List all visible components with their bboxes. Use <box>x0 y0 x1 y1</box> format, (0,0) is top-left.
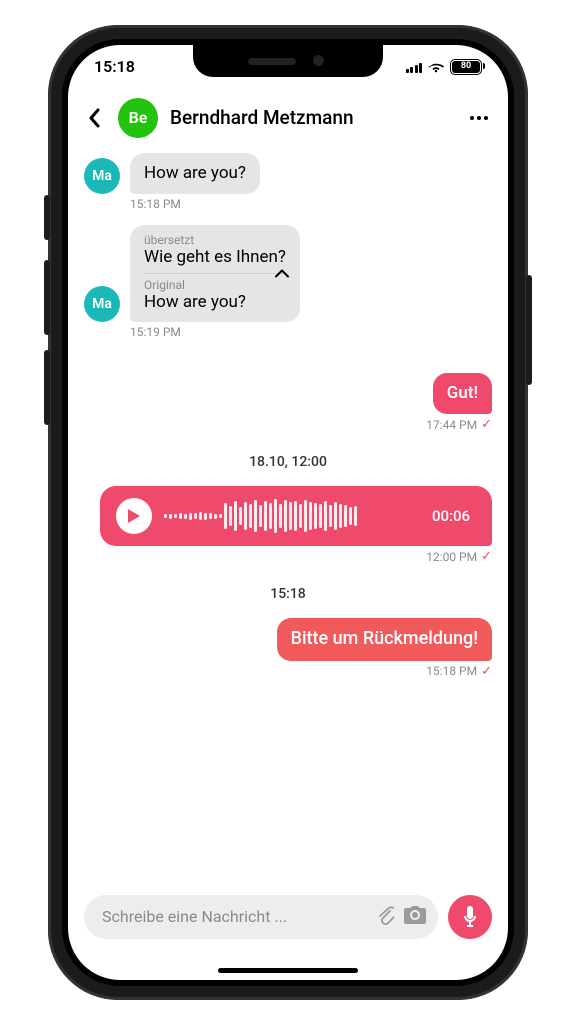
battery-icon: 80 <box>450 59 482 75</box>
message-outgoing: Bitte um Rückmeldung! 15:18 PM ✓ <box>84 618 492 679</box>
voice-duration: 00:06 <box>432 508 476 525</box>
more-options-button[interactable] <box>466 116 492 120</box>
delivered-check-icon: ✓ <box>481 664 492 679</box>
message-incoming-translated: Ma übersetzt Wie geht es Ihnen? Original… <box>84 225 492 339</box>
battery-level: 80 <box>461 62 471 71</box>
volume-up-button <box>44 260 50 335</box>
home-indicator[interactable] <box>218 968 358 973</box>
microphone-icon <box>462 906 478 928</box>
waveform[interactable] <box>164 498 420 534</box>
contact-name[interactable]: Berndhard Metzmann <box>170 106 454 129</box>
message-outgoing: Gut! 17:44 PM ✓ <box>84 373 492 432</box>
paperclip-icon <box>376 905 394 925</box>
camera-icon <box>404 906 426 924</box>
voice-record-button[interactable] <box>448 895 492 939</box>
chevron-left-icon <box>88 108 102 128</box>
message-timestamp: 12:00 PM ✓ <box>426 549 492 564</box>
sender-avatar[interactable]: Ma <box>84 286 120 322</box>
phone-frame: 15:18 80 <box>48 25 528 1000</box>
wifi-icon <box>428 60 444 74</box>
translation-bubble[interactable]: übersetzt Wie geht es Ihnen? Original Ho… <box>130 225 300 322</box>
voice-message-bubble[interactable]: 00:06 <box>100 486 492 546</box>
delivered-check-icon: ✓ <box>481 417 492 432</box>
message-timestamp: 15:18 PM <box>130 197 181 211</box>
sender-avatar[interactable]: Ma <box>84 158 120 194</box>
input-bar: Schreibe eine Nachricht ... <box>68 868 508 980</box>
collapse-translation-button[interactable] <box>274 264 290 283</box>
power-button <box>526 275 532 385</box>
back-button[interactable] <box>84 107 106 129</box>
status-time: 15:18 <box>94 57 135 76</box>
play-icon <box>127 508 141 524</box>
camera-button[interactable] <box>404 906 426 928</box>
message-incoming: Ma How are you? 15:18 PM <box>84 153 492 211</box>
date-separator: 18.10, 12:00 <box>84 454 492 470</box>
chevron-up-icon <box>274 269 290 279</box>
input-placeholder: Schreibe eine Nachricht ... <box>102 907 366 926</box>
play-button[interactable] <box>116 498 152 534</box>
message-outgoing-voice: 00:06 12:00 PM ✓ <box>84 486 492 564</box>
original-text: How are you? <box>144 292 286 312</box>
message-timestamp: 15:18 PM ✓ <box>426 664 492 679</box>
date-separator: 15:18 <box>84 586 492 602</box>
chat-header: Be Berndhard Metzmann <box>68 89 508 147</box>
delivered-check-icon: ✓ <box>481 549 492 564</box>
cellular-signal-icon <box>406 61 423 73</box>
message-input[interactable]: Schreibe eine Nachricht ... <box>84 895 438 939</box>
contact-avatar[interactable]: Be <box>118 98 158 138</box>
original-label: Original <box>144 278 286 292</box>
message-bubble[interactable]: Bitte um Rückmeldung! <box>277 618 492 661</box>
chat-body[interactable]: Ma How are you? 15:18 PM Ma übersetzt Wi… <box>68 147 508 868</box>
volume-down-button <box>44 350 50 425</box>
translated-label: übersetzt <box>144 233 286 247</box>
side-button <box>44 195 50 240</box>
translated-text: Wie geht es Ihnen? <box>144 247 286 267</box>
notch <box>193 45 383 77</box>
message-timestamp: 15:19 PM <box>130 325 181 339</box>
message-bubble[interactable]: How are you? <box>130 153 260 194</box>
message-timestamp: 17:44 PM ✓ <box>426 417 492 432</box>
attach-button[interactable] <box>376 905 394 929</box>
message-bubble[interactable]: Gut! <box>433 373 492 414</box>
